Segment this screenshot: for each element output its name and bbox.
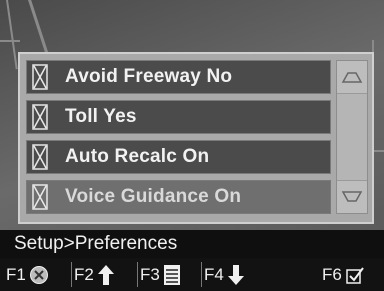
- scroll-down-icon: [341, 191, 363, 202]
- scrollbar[interactable]: [336, 60, 368, 214]
- f2-label: F2: [74, 264, 94, 284]
- divider: [71, 262, 72, 287]
- scroll-down-button[interactable]: [337, 180, 367, 213]
- menu-item-label: Auto Recalc On: [65, 146, 210, 167]
- checkmark-icon: [345, 265, 365, 285]
- f3-label: F3: [140, 264, 160, 284]
- menu-item-label: Voice Guidance On: [65, 186, 242, 207]
- menu-item-auto-recalc[interactable]: Auto Recalc On: [26, 140, 331, 174]
- function-key-bar: F1 F2 F3 F4 F6: [0, 258, 384, 291]
- f6-confirm-button[interactable]: F6: [322, 258, 365, 291]
- f4-label: F4: [204, 264, 224, 284]
- menu-item-toll[interactable]: Toll Yes: [26, 100, 331, 134]
- f3-list-button[interactable]: F3: [140, 258, 181, 291]
- preferences-panel: Avoid Freeway No Toll Yes Auto Recalc On…: [18, 52, 374, 224]
- menu-item-label: Toll Yes: [65, 106, 137, 127]
- f4-down-button[interactable]: F4: [204, 258, 245, 291]
- cancel-icon: [29, 265, 49, 285]
- down-arrow-icon: [227, 264, 245, 286]
- x-checkbox-icon[interactable]: [29, 62, 51, 92]
- divider: [201, 262, 202, 287]
- map-road: [0, 40, 20, 42]
- breadcrumb-text: Setup>Preferences: [14, 233, 178, 254]
- x-checkbox-icon[interactable]: [29, 102, 51, 132]
- x-checkbox-icon[interactable]: [29, 182, 51, 212]
- breadcrumb: Setup>Preferences: [0, 230, 384, 258]
- menu-item-label: Avoid Freeway No: [65, 66, 233, 87]
- map-road: [6, 0, 18, 70]
- menu-item-avoid-freeway[interactable]: Avoid Freeway No: [26, 60, 331, 94]
- map-road: [28, 0, 50, 58]
- divider: [137, 262, 138, 287]
- f2-up-button[interactable]: F2: [74, 258, 115, 291]
- f1-label: F1: [6, 264, 26, 284]
- f6-label: F6: [322, 264, 342, 284]
- menu-item-voice-guidance[interactable]: Voice Guidance On: [26, 180, 331, 214]
- x-checkbox-icon[interactable]: [29, 142, 51, 172]
- up-arrow-icon: [97, 264, 115, 286]
- f1-cancel-button[interactable]: F1: [6, 258, 49, 291]
- list-icon: [163, 264, 181, 286]
- scroll-up-icon: [341, 72, 363, 83]
- scroll-up-button[interactable]: [337, 61, 367, 94]
